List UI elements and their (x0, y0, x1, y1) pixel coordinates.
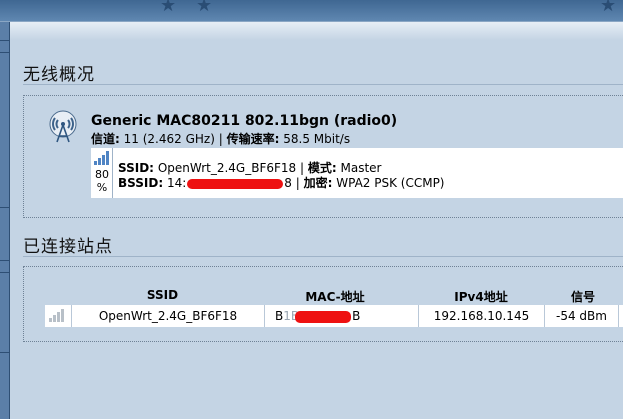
radio-name: Generic MAC80211 802.11bgn (radio0) (91, 113, 398, 129)
signal-strength-icon (94, 151, 109, 165)
section-divider (23, 256, 623, 257)
mode-value: Master (340, 161, 382, 175)
mode-label: 模式: (307, 161, 337, 175)
column-header-signal: 信号 (570, 290, 595, 304)
star-decoration-icon: ★ (196, 0, 213, 16)
bssid-label: BSSID: (118, 176, 164, 190)
ssid-label: SSID: (118, 161, 154, 175)
row-mac: B1B:B7:B (275, 309, 361, 323)
signal-weak-icon (49, 309, 64, 322)
star-decoration-icon: ★ (600, 0, 617, 16)
column-header-mac: MAC-地址 (305, 290, 365, 304)
row-ipv4: 192.168.10.145 (433, 309, 530, 323)
signal-percent: 80 % (95, 168, 109, 194)
content-panel (10, 22, 623, 419)
column-header-ipv4: IPv4地址 (454, 290, 508, 304)
section-divider (23, 84, 623, 85)
info-separator: | (218, 132, 223, 146)
bssid-value: 14: (166, 176, 187, 190)
ssid-value: OpenWrt_2.4G_BF6F18 (157, 161, 297, 175)
left-menu-strip[interactable] (0, 22, 10, 419)
row-ssid: OpenWrt_2.4G_BF6F18 (98, 309, 238, 323)
top-banner: ★ ★ ★ (0, 0, 623, 22)
encryption-value: WPA2 PSK (CCMP) (336, 176, 445, 190)
bitrate-value: 58.5 Mbit/s (283, 132, 351, 146)
redaction-mark (187, 178, 284, 189)
channel-value: 11 (2.462 GHz) (123, 132, 215, 146)
channel-label: 信道: (91, 132, 120, 146)
wireless-overview-title: 无线概况 (23, 65, 95, 85)
column-header-ssid: SSID (146, 288, 179, 302)
row-signal: -54 dBm (556, 309, 607, 323)
network-bssid-line: BSSID: 14: 8 | 加密: WPA2 PSK (CCMP) (118, 176, 445, 190)
network-signal: 80 % (91, 148, 113, 198)
wifi-radio-icon (49, 110, 77, 143)
redaction-mark (295, 310, 352, 323)
encryption-label: 加密: (303, 176, 333, 190)
associated-stations-title: 已连接站点 (23, 237, 113, 257)
star-decoration-icon: ★ (160, 0, 177, 16)
radio-info: 信道: 11 (2.462 GHz) | 传输速率: 58.5 Mbit/s (91, 130, 350, 147)
bitrate-label: 传输速率: (226, 132, 280, 146)
